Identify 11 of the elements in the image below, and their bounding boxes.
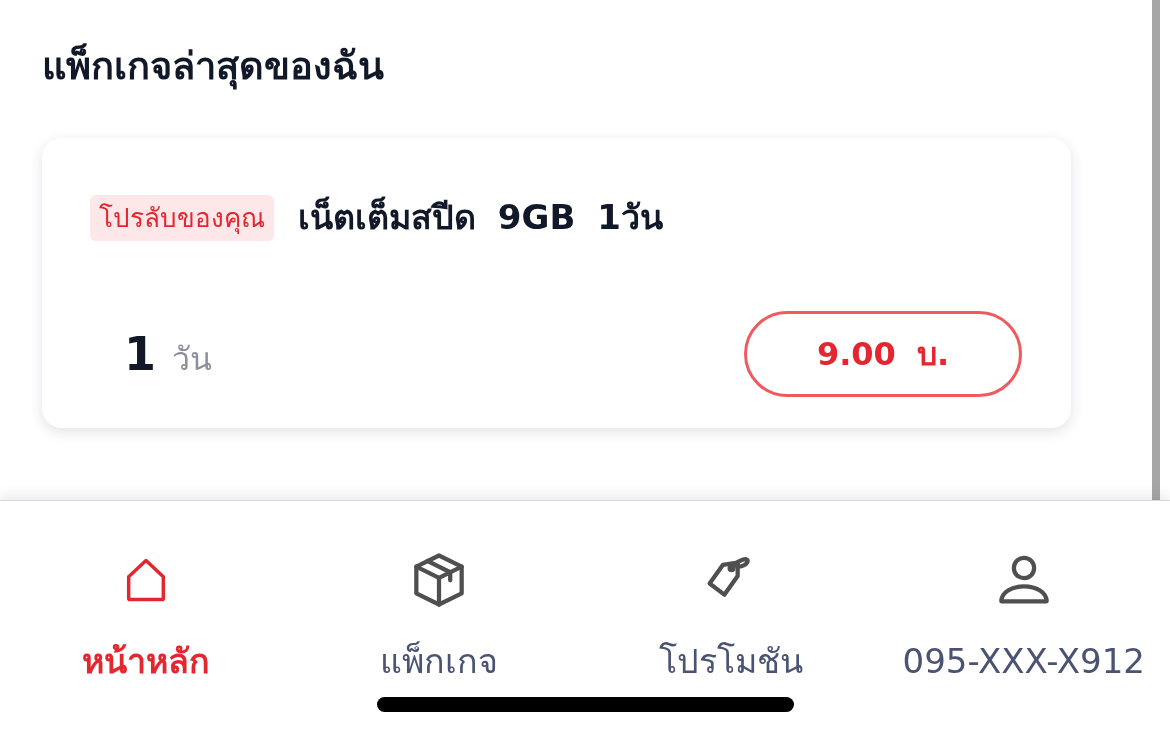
package-name: เน็ตเต็มสปีด 9GB 1วัน bbox=[298, 195, 663, 239]
nav-tab[interactable]: โปรโมชัน bbox=[585, 545, 878, 685]
section-title: แพ็กเกจล่าสุดของฉัน bbox=[42, 42, 384, 92]
package-card[interactable]: โปรลับของคุณ เน็ตเต็มสปีด 9GB 1วัน 1 วัน 9.00 บ. bbox=[42, 138, 1071, 428]
nav-tab[interactable]: แพ็กเกจ bbox=[292, 545, 585, 685]
nav-tab[interactable]: 095-XXX-X912 bbox=[877, 545, 1170, 685]
duration-value: 1 bbox=[124, 331, 156, 377]
promo-badge: โปรลับของคุณ bbox=[90, 194, 274, 241]
duration-unit: วัน bbox=[172, 343, 212, 375]
nav-tab[interactable]: หน้าหลัก bbox=[0, 545, 293, 685]
price-button[interactable]: 9.00 บ. bbox=[744, 311, 1022, 397]
